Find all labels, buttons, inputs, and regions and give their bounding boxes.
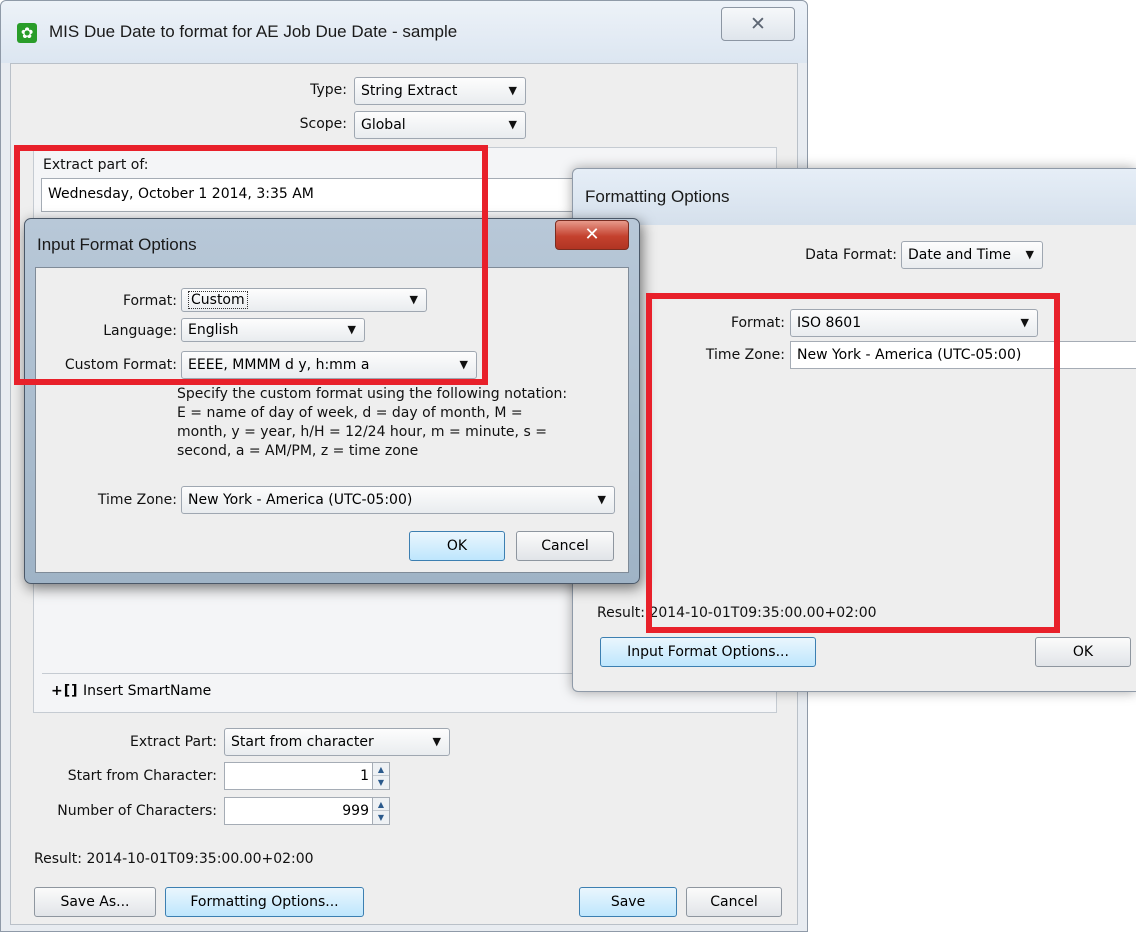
input-format-title: Input Format Options xyxy=(37,235,197,254)
help-line: second, a = AM/PM, z = time zone xyxy=(177,443,419,459)
fmt-result: Result: 2014-10-01T09:35:00.00+02:00 xyxy=(597,605,877,621)
insert-smartname-link[interactable]: +[] Insert SmartName xyxy=(51,683,211,699)
chevron-down-icon: ▼ xyxy=(409,293,418,306)
num-chars-value: 999 xyxy=(342,803,369,819)
insert-smartname-label: Insert SmartName xyxy=(82,683,212,699)
fmt-format-select[interactable]: ISO 8601 ▼ xyxy=(790,309,1038,337)
fmt-format-value: ISO 8601 xyxy=(797,315,862,331)
in-format-label: Format: xyxy=(122,293,177,309)
help-line: Specify the custom format using the foll… xyxy=(177,386,568,402)
spin-up-icon[interactable]: ▲ xyxy=(373,763,389,776)
start-char-value: 1 xyxy=(360,768,369,784)
spin-down-icon[interactable]: ▼ xyxy=(373,776,389,789)
start-char-stepper[interactable]: 1 ▲ ▼ xyxy=(224,762,390,790)
formatting-title: Formatting Options xyxy=(585,187,730,206)
fmt-timezone-field[interactable]: New York - America (UTC-05:00) xyxy=(790,341,1136,369)
fmt-format-label: Format: xyxy=(730,315,785,331)
spin-down-icon[interactable]: ▼ xyxy=(373,811,389,824)
help-line: month, y = year, h/H = 12/24 hour, m = m… xyxy=(177,424,547,440)
formatting-titlebar: Formatting Options xyxy=(573,169,1136,225)
in-cancel-button[interactable]: Cancel xyxy=(516,531,614,561)
extract-source-field[interactable]: Wednesday, October 1 2014, 3:35 AM xyxy=(41,178,581,212)
fmt-timezone-label: Time Zone: xyxy=(705,347,785,363)
start-char-label: Start from Character: xyxy=(67,768,217,784)
smartname-icon: +[] xyxy=(51,683,79,699)
input-format-options-button[interactable]: Input Format Options... xyxy=(600,637,816,667)
fmt-result-label: Result: xyxy=(597,605,645,621)
chevron-down-icon: ▼ xyxy=(347,323,356,336)
scope-value: Global xyxy=(361,117,406,133)
chevron-down-icon: ▼ xyxy=(1020,316,1029,329)
in-language-value: English xyxy=(188,322,239,338)
type-select[interactable]: String Extract ▼ xyxy=(354,77,526,105)
close-button[interactable]: ✕ xyxy=(721,7,795,41)
input-format-dialog: Input Format Options ✕ Format: Custom ▼ … xyxy=(24,218,640,584)
in-timezone-value: New York - America (UTC-05:00) xyxy=(188,492,413,508)
help-line: E = name of day of week, d = day of mont… xyxy=(177,405,523,421)
in-timezone-label: Time Zone: xyxy=(97,492,177,508)
chevron-down-icon: ▼ xyxy=(508,118,517,131)
chevron-down-icon: ▼ xyxy=(459,358,468,371)
in-format-value: Custom xyxy=(188,291,248,309)
extract-part-value: Start from character xyxy=(231,734,374,750)
extract-part-label: Extract Part: xyxy=(130,734,217,750)
in-ok-button[interactable]: OK xyxy=(409,531,505,561)
scope-select[interactable]: Global ▼ xyxy=(354,111,526,139)
result-label: Result: xyxy=(34,851,82,867)
in-format-select[interactable]: Custom ▼ xyxy=(181,288,427,312)
spin-up-icon[interactable]: ▲ xyxy=(373,798,389,811)
num-chars-label: Number of Characters: xyxy=(57,803,217,819)
num-chars-stepper[interactable]: 999 ▲ ▼ xyxy=(224,797,390,825)
spinner-arrows-icon[interactable]: ▲ ▼ xyxy=(372,763,389,789)
data-format-select[interactable]: Date and Time ▼ xyxy=(901,241,1043,269)
extract-label: Extract part of: xyxy=(43,157,149,173)
data-format-label: Data Format: xyxy=(805,247,897,263)
custom-format-select[interactable]: EEEE, MMMM d y, h:mm a ▼ xyxy=(181,351,477,379)
in-language-select[interactable]: English ▼ xyxy=(181,318,365,342)
close-icon: ✕ xyxy=(750,13,766,35)
chevron-down-icon: ▼ xyxy=(508,84,517,97)
extract-part-select[interactable]: Start from character ▼ xyxy=(224,728,450,756)
main-titlebar: ✿ MIS Due Date to format for AE Job Due … xyxy=(1,1,807,63)
type-value: String Extract xyxy=(361,83,458,99)
formatting-options-dialog: Formatting Options Data Format: Date and… xyxy=(572,168,1136,692)
fmt-ok-button[interactable]: OK xyxy=(1035,637,1131,667)
type-label: Type: xyxy=(310,82,347,98)
custom-format-help: Specify the custom format using the foll… xyxy=(177,385,617,461)
data-format-value: Date and Time xyxy=(908,247,1011,263)
chevron-down-icon: ▼ xyxy=(432,735,441,748)
custom-format-value: EEEE, MMMM d y, h:mm a xyxy=(188,357,370,373)
cancel-button[interactable]: Cancel xyxy=(686,887,782,917)
save-as-button[interactable]: Save As... xyxy=(34,887,156,917)
chevron-down-icon: ▼ xyxy=(1025,248,1034,261)
in-timezone-select[interactable]: New York - America (UTC-05:00) ▼ xyxy=(181,486,615,514)
in-language-label: Language: xyxy=(103,323,177,339)
close-icon: ✕ xyxy=(584,224,600,245)
input-close-button[interactable]: ✕ xyxy=(555,220,629,250)
gear-icon: ✿ xyxy=(17,23,37,43)
save-button[interactable]: Save xyxy=(579,887,677,917)
custom-format-label: Custom Format: xyxy=(64,357,177,373)
fmt-result-value: 2014-10-01T09:35:00.00+02:00 xyxy=(649,605,877,621)
formatting-options-button[interactable]: Formatting Options... xyxy=(165,887,364,917)
window-title: MIS Due Date to format for AE Job Due Da… xyxy=(49,22,458,41)
main-result: Result: 2014-10-01T09:35:00.00+02:00 xyxy=(34,851,314,867)
chevron-down-icon: ▼ xyxy=(597,493,606,506)
scope-label: Scope: xyxy=(299,116,347,132)
result-value: 2014-10-01T09:35:00.00+02:00 xyxy=(86,851,314,867)
spinner-arrows-icon[interactable]: ▲ ▼ xyxy=(372,798,389,824)
